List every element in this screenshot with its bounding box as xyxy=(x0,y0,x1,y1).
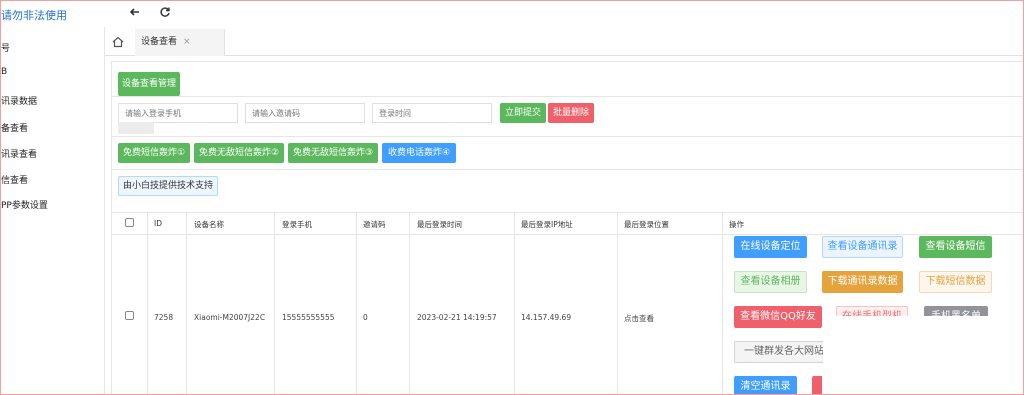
sidebar-item-contacts-data[interactable]: 讯录数据 xyxy=(1,94,37,107)
th-invite-code: 邀请码 xyxy=(363,220,386,229)
cell-location-link[interactable]: 点击查看 xyxy=(624,313,654,324)
online-location-button[interactable]: 在线设备定位 xyxy=(734,236,807,258)
support-button[interactable]: 由小白技提供技术支持 xyxy=(118,176,218,196)
download-contacts-button[interactable]: 下载通讯录数据 xyxy=(822,271,903,293)
login-time-input[interactable] xyxy=(372,103,492,123)
free-sms-bomb-3-button[interactable]: 免费无敌短信轰炸③ xyxy=(288,143,378,163)
phone-brand-clip: 在线手机型机 xyxy=(836,306,908,316)
th-last-login-location: 最后登录位置 xyxy=(624,220,669,229)
download-sms-button[interactable]: 下载短信数据 xyxy=(919,271,992,293)
sidebar-item-contacts-view[interactable]: 讯录查看 xyxy=(1,147,37,160)
brand-title: 请勿非法使用 xyxy=(1,9,67,22)
view-contacts-button[interactable]: 查看设备通讯录 xyxy=(822,236,903,258)
mass-send-clip: 一键群发各大网站 xyxy=(734,341,823,363)
refresh-icon[interactable] xyxy=(159,6,171,21)
batch-delete-button[interactable]: 批量删除 xyxy=(548,103,594,123)
cell-device-name: Xiaomi-M2007J22C xyxy=(194,313,266,322)
view-album-button[interactable]: 查看设备相册 xyxy=(734,271,807,293)
home-icon[interactable] xyxy=(111,34,127,50)
submit-button[interactable]: 立即提交 xyxy=(500,103,546,123)
th-last-login-time: 最后登录时间 xyxy=(417,220,462,229)
sidebar-item-1[interactable]: 号 xyxy=(1,41,10,54)
sidebar-divider xyxy=(104,27,105,394)
divider xyxy=(112,169,1023,170)
divider xyxy=(112,136,1023,137)
device-manage-button[interactable]: 设备查看管理 xyxy=(118,72,180,96)
th-device-name: 设备名称 xyxy=(194,220,224,229)
sidebar-item-sms-view[interactable]: 信查看 xyxy=(1,173,28,186)
view-sms-button[interactable]: 查看设备短信 xyxy=(919,236,992,258)
tooltip-placeholder xyxy=(118,122,154,134)
paid-call-bomb-4-button[interactable]: 收费电话轰炸④ xyxy=(382,143,456,163)
cell-login-phone: 15555555555 xyxy=(282,313,335,322)
th-id: ID xyxy=(154,219,162,228)
col-divider xyxy=(274,212,275,394)
table-header-border xyxy=(112,234,1023,235)
tab-label: 设备查看 xyxy=(141,37,178,47)
sidebar-item-2[interactable]: B xyxy=(1,67,7,77)
mass-send-button[interactable]: 一键群发各大网站 xyxy=(734,341,823,363)
th-login-phone: 登录手机 xyxy=(282,220,312,229)
table-top-border xyxy=(112,212,1023,213)
app-frame: 请勿非法使用 号 B 讯录数据 备查看 讯录查看 信查看 PP参数设置 设备查看… xyxy=(0,0,1024,395)
tab-device-view[interactable]: 设备查看 × xyxy=(135,29,225,56)
th-last-login-ip: 最后登录IP地址 xyxy=(521,220,573,229)
clear-contacts-button[interactable]: 清空通讯录 xyxy=(734,376,797,394)
th-actions: 操作 xyxy=(729,220,744,229)
free-sms-bomb-1-button[interactable]: 免费短信轰炸① xyxy=(118,143,190,163)
col-divider xyxy=(514,212,515,394)
col-divider xyxy=(186,212,187,394)
view-qq-friends-button[interactable]: 查看微信QQ好友 xyxy=(734,306,822,328)
col-divider xyxy=(409,212,410,394)
cell-last-login-time: 2023-02-21 14:19:57 xyxy=(417,313,497,322)
row-checkbox[interactable] xyxy=(125,311,134,320)
main-panel: 设备查看管理 立即提交 批量删除 免费短信轰炸① 免费无敌短信轰炸② 免费无敌短… xyxy=(111,61,1023,394)
cell-id: 7258 xyxy=(154,313,174,322)
col-divider xyxy=(147,212,148,394)
divider xyxy=(112,96,1023,97)
invite-code-input[interactable] xyxy=(245,103,365,123)
col-divider xyxy=(617,212,618,394)
free-sms-bomb-2-button[interactable]: 免费无敌短信轰炸② xyxy=(194,143,284,163)
col-divider xyxy=(722,212,723,394)
login-phone-input[interactable] xyxy=(118,103,238,123)
cell-last-login-ip: 14.157.49.69 xyxy=(521,313,572,322)
phone-brand-button[interactable]: 在线手机型机 xyxy=(836,306,908,316)
blacklist-button[interactable]: 手机黑名单 xyxy=(924,306,988,316)
arrow-left-icon[interactable] xyxy=(129,6,141,21)
sidebar-item-app-settings[interactable]: PP参数设置 xyxy=(1,198,48,211)
tab-bar: 设备查看 × xyxy=(105,29,1023,56)
col-divider xyxy=(356,212,357,394)
select-all-checkbox[interactable] xyxy=(125,218,134,227)
blacklist-clip: 手机黑名单 xyxy=(924,306,988,316)
close-icon[interactable]: × xyxy=(183,37,191,47)
clipped-red-button[interactable] xyxy=(812,376,822,394)
cell-invite-code: 0 xyxy=(363,313,368,322)
sidebar-item-device-view[interactable]: 备查看 xyxy=(1,121,28,134)
